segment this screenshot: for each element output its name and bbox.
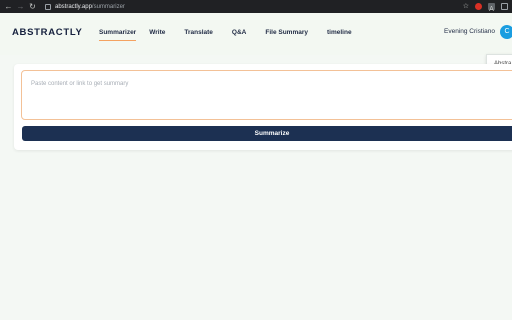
- extension-icon[interactable]: [475, 3, 482, 10]
- main-nav: Summarizer Write Translate Q&A File Summ…: [94, 13, 352, 55]
- url-text[interactable]: abstractly.app/summarizer: [55, 4, 125, 10]
- back-icon[interactable]: ←: [4, 0, 13, 13]
- bookmark-star-icon[interactable]: ☆: [463, 0, 469, 13]
- url-path: /summarizer: [91, 3, 125, 10]
- extensions-puzzle-icon[interactable]: [501, 3, 508, 10]
- forward-icon[interactable]: →: [16, 0, 25, 13]
- tab-timeline[interactable]: timeline: [327, 13, 352, 55]
- summarizer-card: Summarize: [14, 64, 512, 150]
- address-bar[interactable]: abstractly.app/summarizer: [45, 2, 125, 11]
- browser-toolbar: ← → ↻ abstractly.app/summarizer ☆ A: [0, 0, 512, 13]
- logo[interactable]: ABSTRACTLY: [12, 27, 83, 38]
- summarize-button[interactable]: Summarize: [22, 126, 512, 141]
- tab-file-summary[interactable]: File Summary: [265, 13, 308, 55]
- app-header: ABSTRACTLY Summarizer Write Translate Q&…: [0, 13, 512, 55]
- user-greeting: Evening Cristiano: [444, 28, 495, 35]
- site-info-icon[interactable]: [45, 3, 51, 10]
- tab-summarizer[interactable]: Summarizer: [99, 13, 137, 55]
- content-input[interactable]: [21, 70, 512, 120]
- extension-a-icon[interactable]: A: [488, 3, 495, 13]
- tab-write[interactable]: Write: [149, 13, 165, 55]
- browser-nav: ← → ↻: [0, 0, 37, 13]
- tab-translate[interactable]: Translate: [184, 13, 213, 55]
- avatar[interactable]: C: [500, 25, 512, 39]
- reload-icon[interactable]: ↻: [28, 0, 37, 13]
- browser-actions: ☆ A: [463, 0, 508, 13]
- url-domain: abstractly.app: [55, 3, 92, 10]
- tab-qa[interactable]: Q&A: [232, 13, 246, 55]
